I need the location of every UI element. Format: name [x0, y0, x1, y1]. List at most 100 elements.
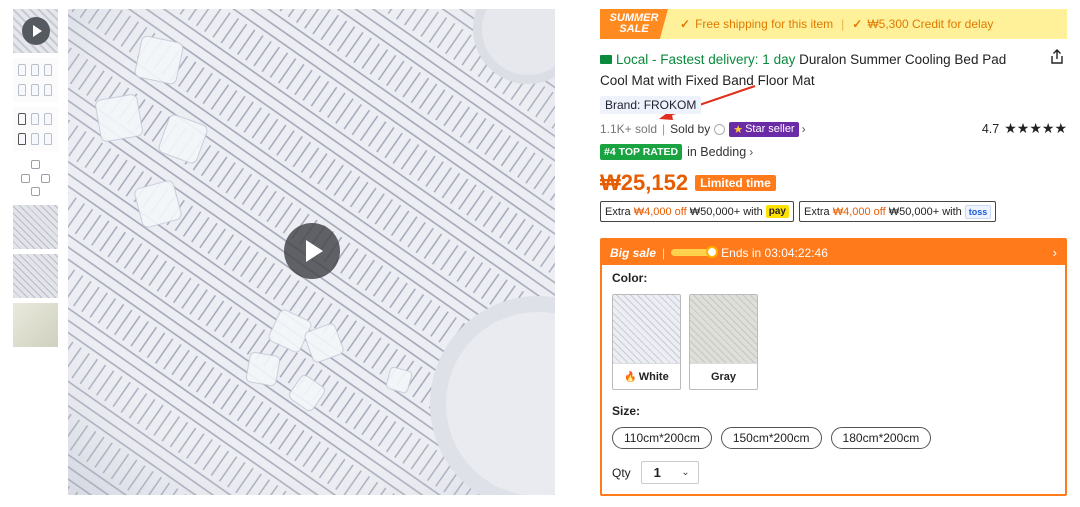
thumbnail-video[interactable] — [13, 9, 58, 53]
thumbnail-list — [13, 9, 58, 352]
flame-icon: 🔥 — [624, 371, 637, 383]
product-image — [41, 174, 50, 183]
kakaopay-logo: pay — [765, 205, 789, 218]
coupon-kakaopay[interactable]: Extra ₩4,000 off ₩50,000+ with pay — [600, 201, 794, 222]
product-image — [31, 113, 39, 125]
play-icon — [22, 17, 50, 45]
color-option-white[interactable]: 🔥 White — [612, 294, 681, 390]
check-icon: ✓ — [680, 17, 691, 31]
quantity-value: 1 — [653, 465, 661, 480]
chevron-down-icon: ⌄ — [681, 467, 690, 478]
product-image — [31, 64, 39, 76]
thumbnail-7[interactable] — [13, 303, 58, 347]
coupon-minimum: ₩50,000+ with — [689, 205, 763, 218]
truck-icon — [600, 55, 612, 64]
product-image — [31, 160, 40, 169]
play-icon — [306, 240, 323, 262]
top-rated-badge: #4 TOP RATED — [600, 144, 683, 160]
product-image — [13, 303, 58, 347]
price: ₩25,152 — [600, 170, 689, 195]
color-label: Color: — [612, 271, 648, 285]
chevron-right-icon: › — [749, 145, 754, 159]
color-name: White — [638, 371, 669, 383]
star-icon: ★ — [733, 123, 744, 136]
size-label: Size: — [612, 404, 641, 418]
free-shipping-text: Free shipping for this item — [695, 17, 834, 31]
product-image — [21, 174, 30, 183]
sold-row: 1.1K+ sold | Sold by ★ Star seller › 4.7 … — [600, 120, 1067, 138]
rank-category: in Bedding — [687, 145, 747, 159]
delivery-info: Local - Fastest delivery: 1 day — [600, 52, 795, 67]
rating[interactable]: 4.7 ★★★★★ — [982, 120, 1067, 137]
product-image — [44, 84, 52, 96]
share-icon[interactable] — [1049, 49, 1065, 65]
product-image — [44, 64, 52, 76]
product-title: Local - Fastest delivery: 1 day Duralon … — [600, 49, 1067, 91]
quantity-row: Qty 1 ⌄ — [612, 461, 1055, 484]
quantity-select[interactable]: 1 ⌄ — [640, 461, 699, 484]
thumbnail-2[interactable] — [13, 58, 58, 102]
divider: | — [662, 245, 666, 260]
price-row: ₩25,152 Limited time — [600, 170, 1067, 196]
thumbnail-5[interactable] — [13, 205, 58, 249]
countdown-text: Ends in 03:04:22:46 — [721, 245, 828, 260]
thumbnail-3[interactable] — [13, 107, 58, 151]
promo-bar: SUMMER SALE ✓ Free shipping for this ite… — [600, 9, 1067, 39]
product-image — [44, 133, 52, 145]
product-image — [31, 187, 40, 196]
variant-selector: Color: 🔥 White Gray Size: 110cm*200cm 150… — [602, 265, 1065, 494]
badge-line-2: SALE — [619, 23, 649, 35]
product-image — [18, 133, 26, 145]
star-seller-badge[interactable]: ★ Star seller — [729, 121, 799, 137]
big-sale-title: Big sale — [610, 245, 657, 260]
product-info-panel: SUMMER SALE ✓ Free shipping for this ite… — [600, 9, 1067, 496]
free-shipping-info: ✓ Free shipping for this item — [680, 17, 833, 31]
product-image — [18, 64, 26, 76]
product-image — [31, 84, 39, 96]
product-image — [18, 113, 26, 125]
size-option-150[interactable]: 150cm*200cm — [720, 427, 822, 449]
rating-stars-icon: ★★★★★ — [1004, 120, 1067, 136]
delivery-text: Local - Fastest delivery: 1 day — [616, 52, 796, 67]
color-option-label: 🔥 White — [613, 364, 680, 389]
divider: | — [662, 122, 666, 136]
countdown-progress — [671, 246, 719, 258]
summer-sale-badge: SUMMER SALE — [600, 9, 668, 39]
thumbnail-6[interactable] — [13, 254, 58, 298]
rating-value: 4.7 — [981, 121, 1000, 136]
size-option-180[interactable]: 180cm*200cm — [830, 427, 932, 449]
divider: | — [841, 17, 845, 31]
main-product-image[interactable] — [68, 9, 555, 495]
countdown-knob — [706, 246, 719, 258]
color-option-gray[interactable]: Gray — [689, 294, 758, 390]
size-option-110[interactable]: 110cm*200cm — [612, 427, 712, 449]
sold-by-label: Sold by — [670, 122, 711, 136]
coupon-toss[interactable]: Extra ₩4,000 off ₩50,000+ with toss — [799, 201, 997, 222]
product-image — [18, 84, 26, 96]
chevron-right-icon[interactable]: › — [802, 122, 806, 136]
thumbnail-4[interactable] — [13, 156, 58, 200]
chevron-right-icon[interactable]: › — [1053, 245, 1057, 260]
play-video-button[interactable] — [284, 223, 340, 279]
seller-avatar[interactable] — [714, 123, 726, 135]
color-option-label: Gray — [690, 364, 757, 389]
coupon-discount: ₩4,000 off — [633, 205, 687, 218]
brand-tag[interactable]: Brand: FROKOM — [600, 96, 702, 114]
credit-info: ✓ ₩5,300 Credit for delay — [852, 17, 993, 31]
product-image — [31, 133, 39, 145]
coupon-prefix: Extra — [605, 205, 631, 218]
color-swatch-image — [613, 295, 680, 364]
rank-row[interactable]: #4 TOP RATED in Bedding › — [600, 144, 1067, 160]
quantity-label: Qty — [612, 465, 631, 480]
credit-text: ₩5,300 Credit for delay — [867, 17, 994, 31]
check-icon: ✓ — [852, 17, 863, 31]
limited-time-badge: Limited time — [695, 175, 776, 191]
toss-logo: toss — [964, 204, 992, 219]
product-image — [13, 254, 58, 298]
star-seller-label: Star seller — [745, 123, 795, 135]
big-sale-panel: Big sale | Ends in 03:04:22:46 › Color: … — [600, 238, 1067, 496]
color-options: 🔥 White Gray — [612, 294, 1055, 390]
color-name: Gray — [710, 371, 737, 383]
product-image — [44, 113, 52, 125]
big-sale-header[interactable]: Big sale | Ends in 03:04:22:46 › — [602, 240, 1065, 265]
